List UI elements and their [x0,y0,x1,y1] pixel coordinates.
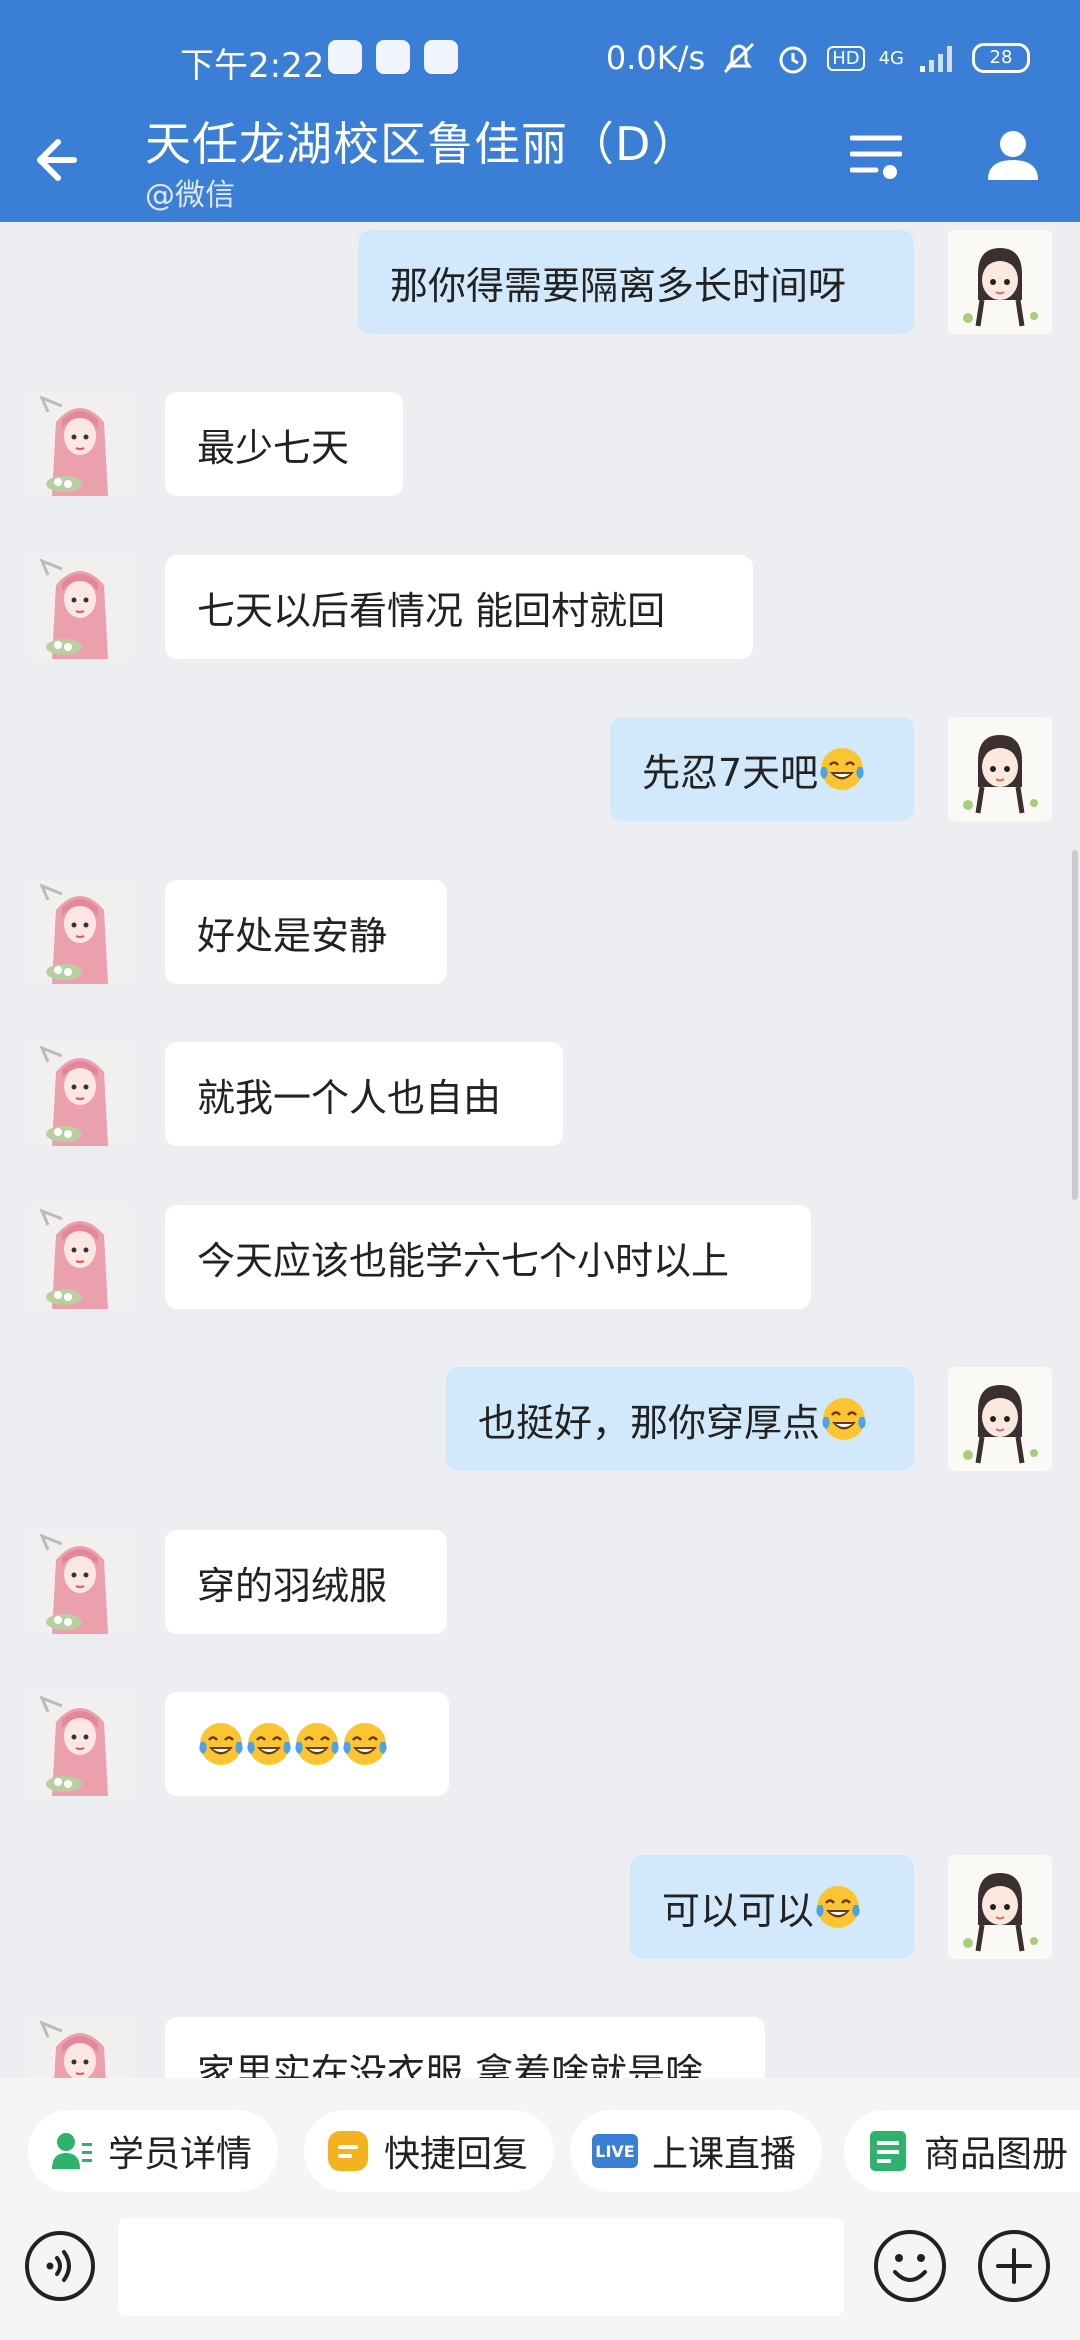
message-bubble[interactable] [165,1692,449,1796]
product-album-label: 商品图册 [924,2134,1069,2175]
message-row: 最少七天 [0,392,1080,496]
person-icon[interactable] [986,128,1040,182]
status-right: 0.0K/s HD 4G 28 [606,38,1030,78]
tears-of-joy-emoji-icon [247,1723,291,1765]
message-bubble[interactable]: 最少七天 [165,392,403,496]
message-row: 那你得需要隔离多长时间呀 [0,230,1080,334]
back-arrow-icon[interactable] [30,128,94,192]
contact-avatar[interactable] [28,2017,132,2078]
contact-avatar[interactable] [28,1205,132,1309]
signal-icon [920,46,952,72]
chat-title: 天任龙湖校区鲁佳丽（D） [145,117,699,171]
tears-of-joy-emoji-icon [343,1723,387,1765]
live-badge-icon: LIVE [592,2134,638,2168]
message-bubble[interactable]: 好处是安静 [165,880,447,984]
quick-reply-icon [328,2131,368,2171]
message-bubble[interactable]: 就我一个人也自由 [165,1042,563,1146]
quick-toolbar: 学员详情 快捷回复 LIVE 上课直播 商品图册 [0,2078,1080,2218]
message-text: 最少七天 [197,425,350,470]
quick-reply-label: 快捷回复 [384,2134,529,2175]
contact-avatar[interactable] [28,1692,132,1796]
message-bubble[interactable]: 今天应该也能学六七个小时以上 [165,1205,811,1309]
tears-of-joy-emoji-icon [199,1723,243,1765]
message-input[interactable] [118,2218,844,2316]
message-text: 七天以后看情况 能回村就回 [197,588,666,633]
hd-badge: HD [827,45,865,71]
message-text: 先忍7天吧 [642,750,819,795]
message-row: 可以可以 [0,1855,1080,1959]
message-text: 穿的羽绒服 [197,1563,388,1608]
voice-icon[interactable] [24,2230,96,2302]
message-row: 先忍7天吧 [0,717,1080,821]
alarm-icon [779,46,807,74]
student-details-label: 学员详情 [108,2134,253,2175]
message-bubble[interactable]: 先忍7天吧 [610,717,914,821]
emoji-icon[interactable] [872,2228,948,2304]
message-row: 七天以后看情况 能回村就回 [0,555,1080,659]
contact-avatar[interactable] [28,392,132,496]
scrollbar[interactable] [1072,850,1078,1200]
tears-of-joy-emoji-icon [822,1398,866,1440]
chat-subtitle: @微信 [145,178,235,213]
tears-of-joy-emoji-icon [820,748,864,790]
net-speed: 0.0K/s [605,39,706,77]
product-album-icon [870,2131,906,2171]
message-bubble[interactable]: 那你得需要隔离多长时间呀 [358,230,914,334]
message-row: 就我一个人也自由 [0,1042,1080,1146]
message-row: 今天应该也能学六七个小时以上 [0,1205,1080,1309]
my-avatar[interactable] [948,717,1052,821]
message-bubble[interactable]: 穿的羽绒服 [165,1530,447,1634]
contact-avatar[interactable] [28,880,132,984]
contact-avatar[interactable] [28,555,132,659]
filter-list-icon[interactable] [850,130,902,182]
live-class-label: 上课直播 [652,2134,797,2175]
my-avatar[interactable] [948,1367,1052,1471]
message-row: 家里实在没衣服 拿着啥就是啥 [0,2017,1080,2078]
message-text: 那你得需要隔离多长时间呀 [390,263,847,308]
message-text: 好处是安静 [197,913,388,958]
notification-icon [376,40,410,74]
mute-icon [724,42,755,74]
input-bar [0,2218,1080,2340]
message-row [0,1692,1080,1796]
message-text: 今天应该也能学六七个小时以上 [197,1238,730,1283]
header: 下午2:22 0.0K/s HD 4G 28 天任龙湖校区鲁佳丽（D） @微信 [0,0,1080,222]
notification-icon [328,40,362,74]
network-type: 4G [878,47,904,69]
message-row: 穿的羽绒服 [0,1530,1080,1634]
message-bubble[interactable]: 七天以后看情况 能回村就回 [165,555,753,659]
message-bubble[interactable]: 家里实在没衣服 拿着啥就是啥 [165,2017,765,2078]
message-text: 也挺好，那你穿厚点 [478,1400,821,1445]
product-album-button[interactable]: 商品图册 [844,2110,1080,2192]
tears-of-joy-emoji-icon [816,1886,860,1928]
status-time: 下午2:22 [180,46,325,86]
plus-icon[interactable] [976,2228,1052,2304]
message-row: 好处是安静 [0,880,1080,984]
my-avatar[interactable] [948,1855,1052,1959]
live-class-button[interactable]: LIVE 上课直播 [570,2110,823,2192]
message-text: 可以可以 [662,1888,815,1933]
student-icon [52,2133,92,2169]
message-row: 也挺好，那你穿厚点 [0,1367,1080,1471]
notification-icon [424,40,458,74]
quick-reply-button[interactable]: 快捷回复 [304,2110,555,2192]
my-avatar[interactable] [948,230,1052,334]
tears-of-joy-emoji-icon [295,1723,339,1765]
status-bar: 下午2:22 0.0K/s HD 4G 28 [0,0,1080,100]
message-text: 就我一个人也自由 [197,1075,502,1120]
contact-avatar[interactable] [28,1042,132,1146]
student-details-button[interactable]: 学员详情 [28,2110,279,2192]
message-bubble[interactable]: 可以可以 [630,1855,914,1959]
battery-level: 28 [972,43,1030,73]
message-bubble[interactable]: 也挺好，那你穿厚点 [446,1367,914,1471]
chat-list[interactable]: 那你得需要隔离多长时间呀最少七天七天以后看情况 能回村就回先忍7天吧好处是安静就… [0,222,1080,2078]
message-text: 家里实在没衣服 拿着啥就是啥 [197,2050,704,2079]
contact-avatar[interactable] [28,1530,132,1634]
